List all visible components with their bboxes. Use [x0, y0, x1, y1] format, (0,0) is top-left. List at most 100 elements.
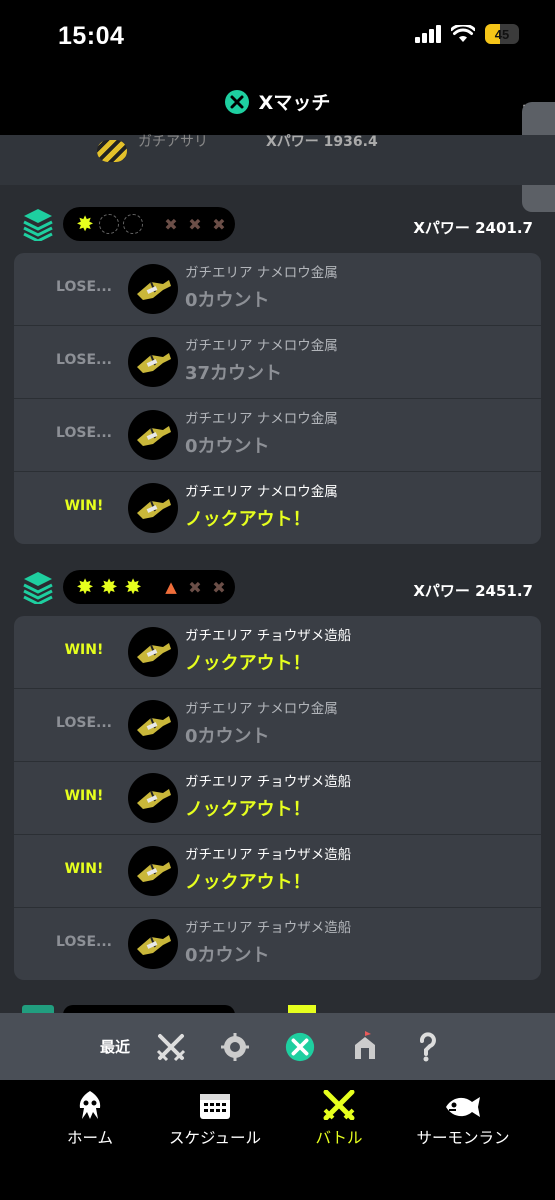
weapon-icon	[128, 337, 178, 387]
calendar-icon	[200, 1094, 230, 1119]
recent-label: 最近	[100, 1038, 131, 1056]
private-icon[interactable]	[412, 1031, 444, 1063]
weapon-icon	[128, 264, 178, 314]
event-icon[interactable]	[349, 1031, 381, 1063]
loss-x-icon: ✖	[188, 577, 202, 597]
weapon-icon	[128, 846, 178, 896]
weapon-icon	[128, 773, 178, 823]
previous-mode: ガチアサリ	[138, 134, 208, 150]
match-detail: ノックアウト！	[185, 653, 311, 674]
battery-level: 45	[494, 26, 510, 42]
match-mode-stage: ガチエリア ナメロウ金属	[185, 411, 338, 427]
page-title: Xマッチ	[0, 88, 555, 115]
tab-bar: ホーム スケジュール バトル サーモンラン	[0, 1080, 555, 1200]
match-result: WIN!	[64, 642, 104, 658]
x-match-icon	[224, 89, 249, 114]
tab-salmon-run[interactable]: サーモンラン	[398, 1090, 528, 1148]
match-detail: 37カウント	[185, 363, 283, 384]
x-battle-set: ✸ ✸ ✸ ▲ ✖ ✖ Xパワー 2451.7 WIN! ガチエリア チョウザメ造船 ノッ…	[0, 570, 555, 980]
match-row[interactable]: LOSE... ガチエリア ナメロウ金属 0カウント	[14, 253, 541, 325]
x-match-filter-icon[interactable]	[284, 1031, 316, 1063]
battery-icon: 45	[485, 24, 519, 44]
previous-xpower: Xパワー 1936.4	[266, 134, 378, 150]
weapon-icon	[128, 627, 178, 677]
match-detail: 0カウント	[185, 945, 270, 966]
match-result: LOSE...	[56, 279, 112, 295]
match-detail: ノックアウト！	[185, 799, 311, 820]
win-splat-icon: ✸	[124, 575, 142, 599]
weapon-icon	[128, 410, 178, 460]
win-splat-icon: ✸	[76, 212, 94, 236]
page-title-text: Xマッチ	[258, 92, 331, 114]
weapon-icon	[128, 919, 178, 969]
set-xpower: Xパワー 2401.7	[413, 219, 533, 237]
clam-blitz-icon	[97, 140, 127, 162]
splat-zones-icon	[23, 572, 53, 604]
loss-x-icon: ✖	[188, 214, 202, 234]
match-mode-stage: ガチエリア チョウザメ造船	[185, 774, 352, 790]
match-result: LOSE...	[56, 715, 112, 731]
match-mode-stage: ガチエリア ナメロウ金属	[185, 338, 338, 354]
match-detail: 0カウント	[185, 290, 270, 311]
match-detail: ノックアウト！	[185, 872, 311, 893]
win-splat-icon: ✸	[100, 575, 118, 599]
salmon-icon	[446, 1097, 480, 1117]
match-mode-stage: ガチエリア チョウザメ造船	[185, 920, 352, 936]
empty-slot-icon	[99, 214, 119, 234]
weapon-icon	[128, 483, 178, 533]
tab-label: サーモンラン	[416, 1129, 510, 1147]
tab-label: スケジュール	[169, 1129, 261, 1147]
match-row[interactable]: LOSE... ガチエリア ナメロウ金属 0カウント	[14, 688, 541, 761]
match-row[interactable]: WIN! ガチエリア チョウザメ造船 ノックアウト！	[14, 616, 541, 688]
tab-home[interactable]: ホーム	[25, 1090, 155, 1148]
tab-schedule[interactable]: スケジュール	[150, 1090, 280, 1148]
status-time: 15:04	[58, 22, 125, 50]
empty-slot-icon	[123, 214, 143, 234]
set-xpower: Xパワー 2451.7	[413, 582, 533, 600]
set-header: ✸ ✖ ✖ ✖ Xパワー 2401.7	[0, 207, 555, 251]
win-splat-icon: ✸	[76, 575, 94, 599]
match-list: WIN! ガチエリア チョウザメ造船 ノックアウト！ LOSE... ガチエリア…	[14, 616, 541, 980]
status-icons: 45	[415, 24, 519, 44]
signal-icon	[415, 25, 441, 43]
match-result: WIN!	[64, 498, 104, 514]
loss-x-icon: ✖	[212, 577, 226, 597]
status-bar: 15:04 45	[0, 0, 555, 80]
match-mode-stage: ガチエリア ナメロウ金属	[185, 265, 338, 281]
match-detail: ノックアウト！	[185, 509, 311, 530]
match-list: LOSE... ガチエリア ナメロウ金属 0カウント LOSE... ガチエリア…	[14, 253, 541, 544]
loss-x-icon: ✖	[212, 214, 226, 234]
set-progress: ✸ ✖ ✖ ✖	[63, 207, 235, 241]
splat-zones-icon	[23, 209, 53, 241]
match-result: LOSE...	[56, 352, 112, 368]
bankara-icon[interactable]	[219, 1031, 251, 1063]
match-mode-stage: ガチエリア ナメロウ金属	[185, 484, 338, 500]
match-detail: 0カウント	[185, 436, 270, 457]
match-row[interactable]: WIN! ガチエリア チョウザメ造船 ノックアウト！	[14, 834, 541, 907]
match-mode-stage: ガチエリア ナメロウ金属	[185, 701, 338, 717]
active-indicator	[288, 1005, 316, 1013]
match-row[interactable]: LOSE... ガチエリア ナメロウ金属 0カウント	[14, 398, 541, 471]
tab-battle[interactable]: バトル	[274, 1090, 404, 1148]
x-battle-set: ✸ ✖ ✖ ✖ Xパワー 2401.7 LOSE... ガチエリア ナメロウ金属 0カ…	[0, 207, 555, 544]
match-mode-stage: ガチエリア チョウザメ造船	[185, 628, 352, 644]
battle-icon	[323, 1090, 355, 1120]
weapon-icon	[128, 700, 178, 750]
nav-bar: Xマッチ ··	[0, 80, 555, 135]
squid-icon	[79, 1091, 101, 1119]
wifi-icon	[451, 25, 475, 42]
match-result: LOSE...	[56, 934, 112, 950]
match-mode-stage: ガチエリア チョウザメ造船	[185, 847, 352, 863]
tab-label: ホーム	[66, 1129, 114, 1147]
match-row[interactable]: WIN! ガチエリア ナメロウ金属 ノックアウト！	[14, 471, 541, 544]
match-result: WIN!	[64, 861, 104, 877]
set-header: ✸ ✸ ✸ ▲ ✖ ✖ Xパワー 2451.7	[0, 570, 555, 614]
match-row[interactable]: LOSE... ガチエリア チョウザメ造船 0カウント	[14, 907, 541, 980]
tab-label: バトル	[315, 1129, 363, 1147]
crossed-weapons-icon[interactable]	[155, 1031, 187, 1063]
match-row[interactable]: LOSE... ガチエリア ナメロウ金属 37カウント	[14, 325, 541, 398]
match-row[interactable]: WIN! ガチエリア チョウザメ造船 ノックアウト！	[14, 761, 541, 834]
set-progress: ✸ ✸ ✸ ▲ ✖ ✖	[63, 570, 235, 604]
recent-filter-bar: 最近	[0, 1013, 555, 1080]
squid-marker-icon: ▲	[165, 578, 177, 596]
